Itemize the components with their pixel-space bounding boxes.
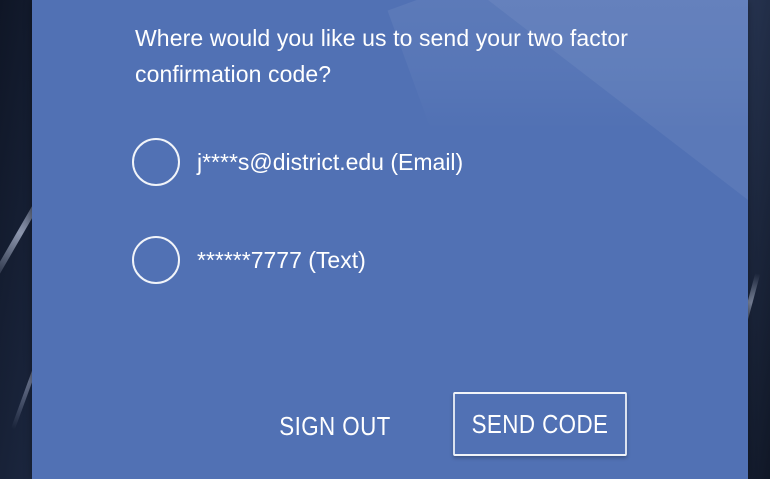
option-text[interactable]: ******7777 (Text) — [132, 236, 366, 284]
send-code-button[interactable]: SEND CODE — [453, 392, 627, 456]
option-email[interactable]: j****s@district.edu (Email) — [132, 138, 463, 186]
two-factor-card: Where would you like us to send your two… — [32, 0, 748, 479]
email-option-label: j****s@district.edu (Email) — [197, 149, 464, 175]
email-radio-button[interactable] — [132, 138, 180, 186]
text-radio-button[interactable] — [132, 236, 180, 284]
sign-out-button[interactable]: SIGN OUT — [271, 400, 400, 452]
two-factor-question: Where would you like us to send your two… — [135, 25, 629, 87]
text-option-label: ******7777 (Text) — [197, 247, 366, 273]
